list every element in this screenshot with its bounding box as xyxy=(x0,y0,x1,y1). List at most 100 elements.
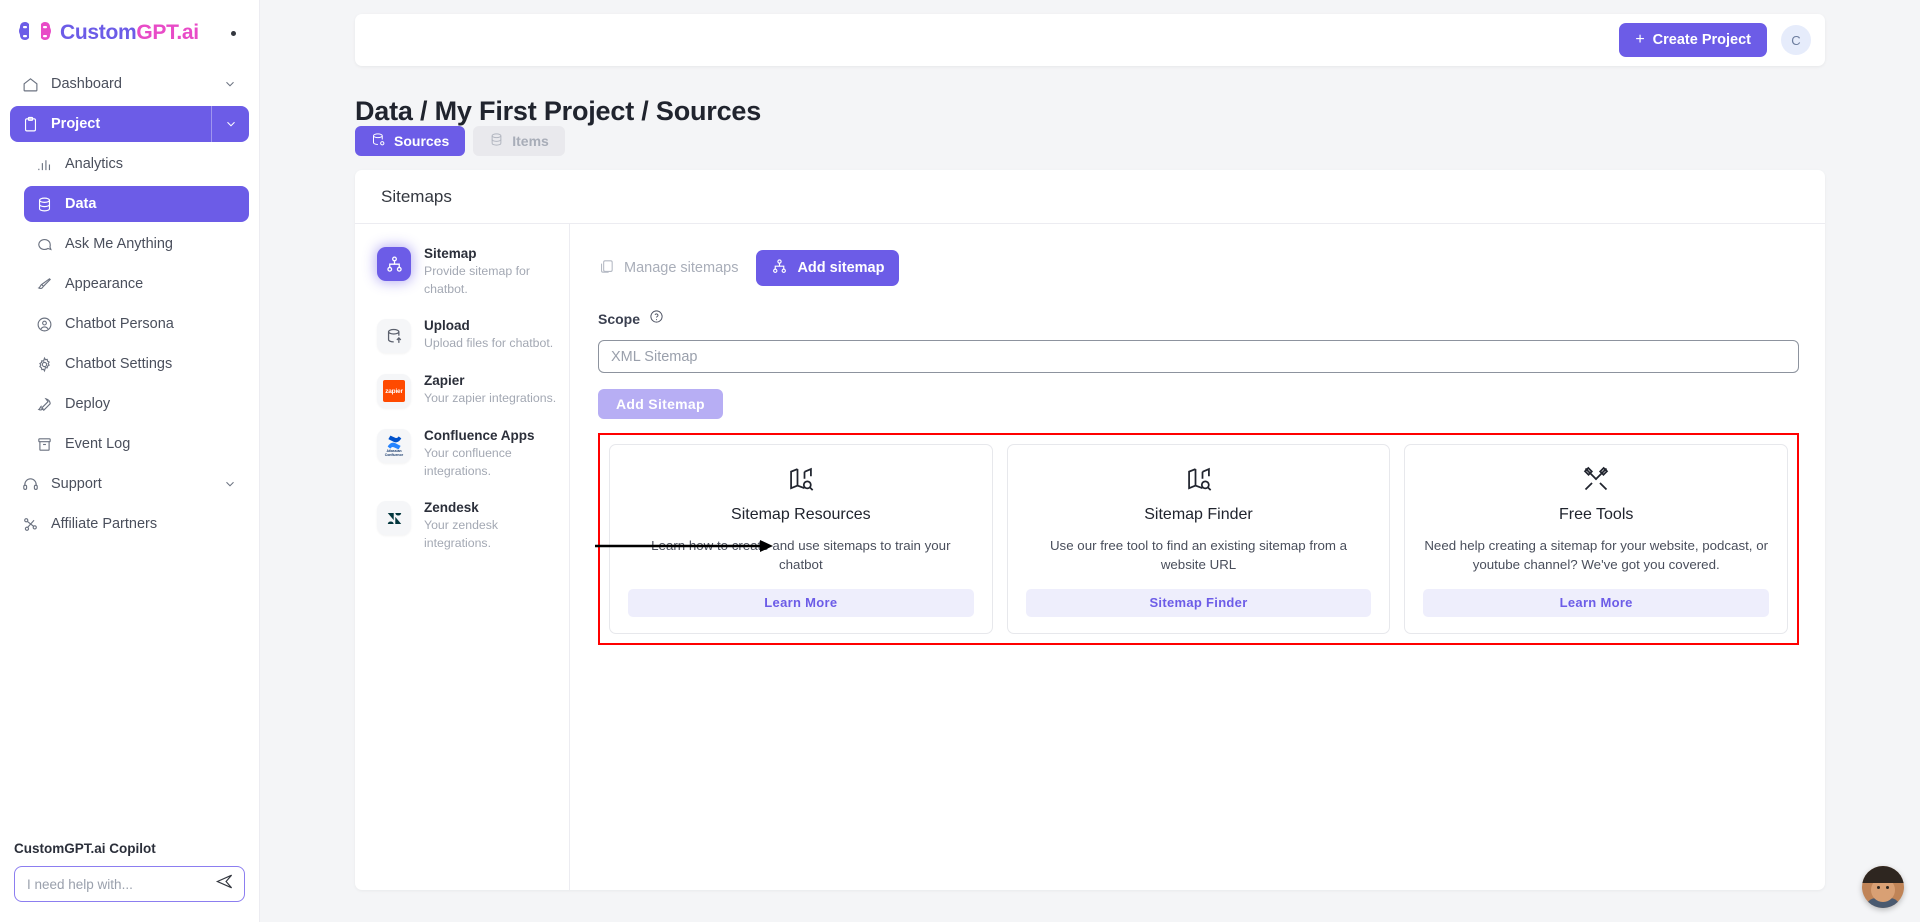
database-upload-icon xyxy=(377,319,411,354)
source-item-name: Sitemap xyxy=(424,246,477,261)
sidebar-item-label: Ask Me Anything xyxy=(65,236,173,252)
sidebar-item-analytics[interactable]: Analytics xyxy=(24,146,249,182)
chevron-down-icon xyxy=(223,477,237,491)
chevron-down-icon xyxy=(223,77,237,91)
sidebar-item-label: Deploy xyxy=(65,396,111,412)
scope-label: Scope xyxy=(598,311,641,327)
create-project-label: Create Project xyxy=(1652,32,1751,48)
add-sitemap-submit-button[interactable]: Add Sitemap xyxy=(598,389,723,419)
add-sitemap-button[interactable]: Add sitemap xyxy=(756,250,900,286)
user-circle-icon xyxy=(36,316,53,333)
sitemap-icon xyxy=(377,247,411,281)
sidebar-item-label: Dashboard xyxy=(51,76,122,92)
page-title: Data / My First Project / Sources xyxy=(355,96,762,127)
promo-cards-highlight: Sitemap Resources Learn how to create an… xyxy=(598,433,1799,645)
map-search-icon xyxy=(787,465,815,493)
chevron-down-icon xyxy=(224,117,238,131)
source-item-name: Confluence Apps xyxy=(424,428,535,444)
sidebar-item-label: Appearance xyxy=(65,276,144,292)
card-heading: Sitemaps xyxy=(355,170,1825,224)
source-item-sitemap[interactable]: Sitemap Provide sitemap for chatbot. xyxy=(377,244,569,298)
sidebar-item-support[interactable]: Support xyxy=(10,466,249,502)
source-item-desc: Provide sitemap for chatbot. xyxy=(424,264,530,296)
sidebar-collapse-icon[interactable] xyxy=(223,23,243,43)
tab-sources[interactable]: Sources xyxy=(355,126,466,156)
gear-icon xyxy=(36,356,53,373)
sidebar-item-data[interactable]: Data xyxy=(24,186,249,222)
promo-card-button[interactable]: Sitemap Finder xyxy=(1025,588,1372,617)
source-item-upload[interactable]: Upload Upload files for chatbot. xyxy=(377,316,569,354)
promo-card-sitemap-resources: Sitemap Resources Learn how to create an… xyxy=(609,444,993,634)
sitemaps-card: Sitemaps Sitemap Provide sitemap for cha… xyxy=(355,170,1825,890)
sidebar-item-ask-me-anything[interactable]: Ask Me Anything xyxy=(24,226,249,262)
headset-icon xyxy=(22,476,39,493)
send-icon[interactable] xyxy=(215,872,234,896)
zapier-logo-icon: zapier xyxy=(377,374,411,409)
sidebar-item-deploy[interactable]: Deploy xyxy=(24,386,249,422)
copilot-title: CustomGPT.ai Copilot xyxy=(14,841,156,856)
source-item-desc: Your zendesk integrations. xyxy=(424,518,499,550)
copy-icon xyxy=(598,258,615,279)
brush-icon xyxy=(36,276,53,293)
sidebar-nav: Dashboard Project Analytics Data Ask Me … xyxy=(0,62,259,546)
chat-icon xyxy=(36,236,53,253)
tab-label: Sources xyxy=(394,133,450,149)
avatar-eye-left xyxy=(1877,886,1880,889)
brand-name: CustomGPT.ai xyxy=(60,21,199,45)
source-item-name: Zendesk xyxy=(424,500,479,516)
promo-card-desc: Use our free tool to find an existing si… xyxy=(1049,538,1348,573)
manage-sitemaps-button[interactable]: Manage sitemaps xyxy=(598,258,738,279)
project-expand-toggle[interactable] xyxy=(211,106,249,142)
sidebar: CustomGPT.ai Dashboard Project Analytics… xyxy=(0,0,260,922)
promo-card-desc: Learn how to create and use sitemaps to … xyxy=(651,538,951,573)
copilot-input[interactable] xyxy=(25,875,207,893)
sidebar-item-label: Data xyxy=(65,196,97,212)
source-item-desc: Upload files for chatbot. xyxy=(424,336,554,351)
promo-card-button[interactable]: Learn More xyxy=(628,588,974,617)
bar-chart-icon xyxy=(36,156,53,173)
manage-sitemaps-label: Manage sitemaps xyxy=(624,260,739,276)
tab-items[interactable]: Items xyxy=(473,126,565,156)
sidebar-item-chatbot-persona[interactable]: Chatbot Persona xyxy=(24,306,249,342)
database-icon xyxy=(36,196,53,213)
sidebar-item-appearance[interactable]: Appearance xyxy=(24,266,249,302)
sidebar-item-label: Affiliate Partners xyxy=(51,516,158,532)
promo-card-desc: Need help creating a sitemap for your we… xyxy=(1424,538,1769,573)
source-item-name: Zapier xyxy=(424,373,465,389)
source-item-confluence-apps[interactable]: Atlassian Confluence Confluence Apps Your… xyxy=(377,426,569,480)
promo-card-title: Free Tools xyxy=(1558,506,1634,523)
sidebar-item-event-log[interactable]: Event Log xyxy=(24,426,249,462)
avatar[interactable]: C xyxy=(1781,25,1811,55)
clipboard-icon xyxy=(22,116,39,133)
sidebar-item-chatbot-settings[interactable]: Chatbot Settings xyxy=(24,346,249,382)
question-circle-icon[interactable] xyxy=(649,309,664,329)
source-item-desc: Your confluence integrations. xyxy=(424,446,512,478)
tab-label: Items xyxy=(512,133,549,149)
sidebar-item-label: Support xyxy=(51,476,102,492)
source-item-zapier[interactable]: zapier Zapier Your zapier integrations. xyxy=(377,371,569,409)
database-icon xyxy=(489,132,504,150)
sidebar-item-project[interactable]: Project xyxy=(10,106,249,142)
database-gear-icon xyxy=(371,132,386,150)
promo-card-button[interactable]: Learn More xyxy=(1423,588,1770,617)
promo-card-title: Sitemap Finder xyxy=(1144,506,1253,523)
customgpt-brain-logo-icon xyxy=(18,18,52,48)
source-item-name: Upload xyxy=(424,318,470,334)
source-item-zendesk[interactable]: Zendesk Your zendesk integrations. xyxy=(377,498,569,552)
promo-card-sitemap-finder: Sitemap Finder Use our free tool to find… xyxy=(1006,444,1391,634)
copilot-input-box[interactable] xyxy=(14,866,245,902)
card-body: Sitemap Provide sitemap for chatbot. Upl… xyxy=(355,224,1825,890)
sidebar-item-dashboard[interactable]: Dashboard xyxy=(10,66,249,102)
support-chat-avatar-button[interactable] xyxy=(1862,866,1904,908)
add-sitemap-label: Add sitemap xyxy=(797,260,885,276)
sidebar-subnav: Analytics Data Ask Me Anything Appearanc… xyxy=(10,146,249,462)
scope-input[interactable] xyxy=(598,340,1799,373)
create-project-button[interactable]: + Create Project xyxy=(1619,23,1767,57)
sidebar-item-label: Chatbot Persona xyxy=(65,316,174,332)
home-icon xyxy=(22,76,39,93)
map-search-icon xyxy=(1185,465,1213,493)
avatar-eye-right xyxy=(1886,886,1889,889)
sidebar-item-affiliate-partners[interactable]: Affiliate Partners xyxy=(10,506,249,542)
share-nodes-icon xyxy=(22,516,39,533)
sidebar-item-label: Event Log xyxy=(65,436,131,452)
